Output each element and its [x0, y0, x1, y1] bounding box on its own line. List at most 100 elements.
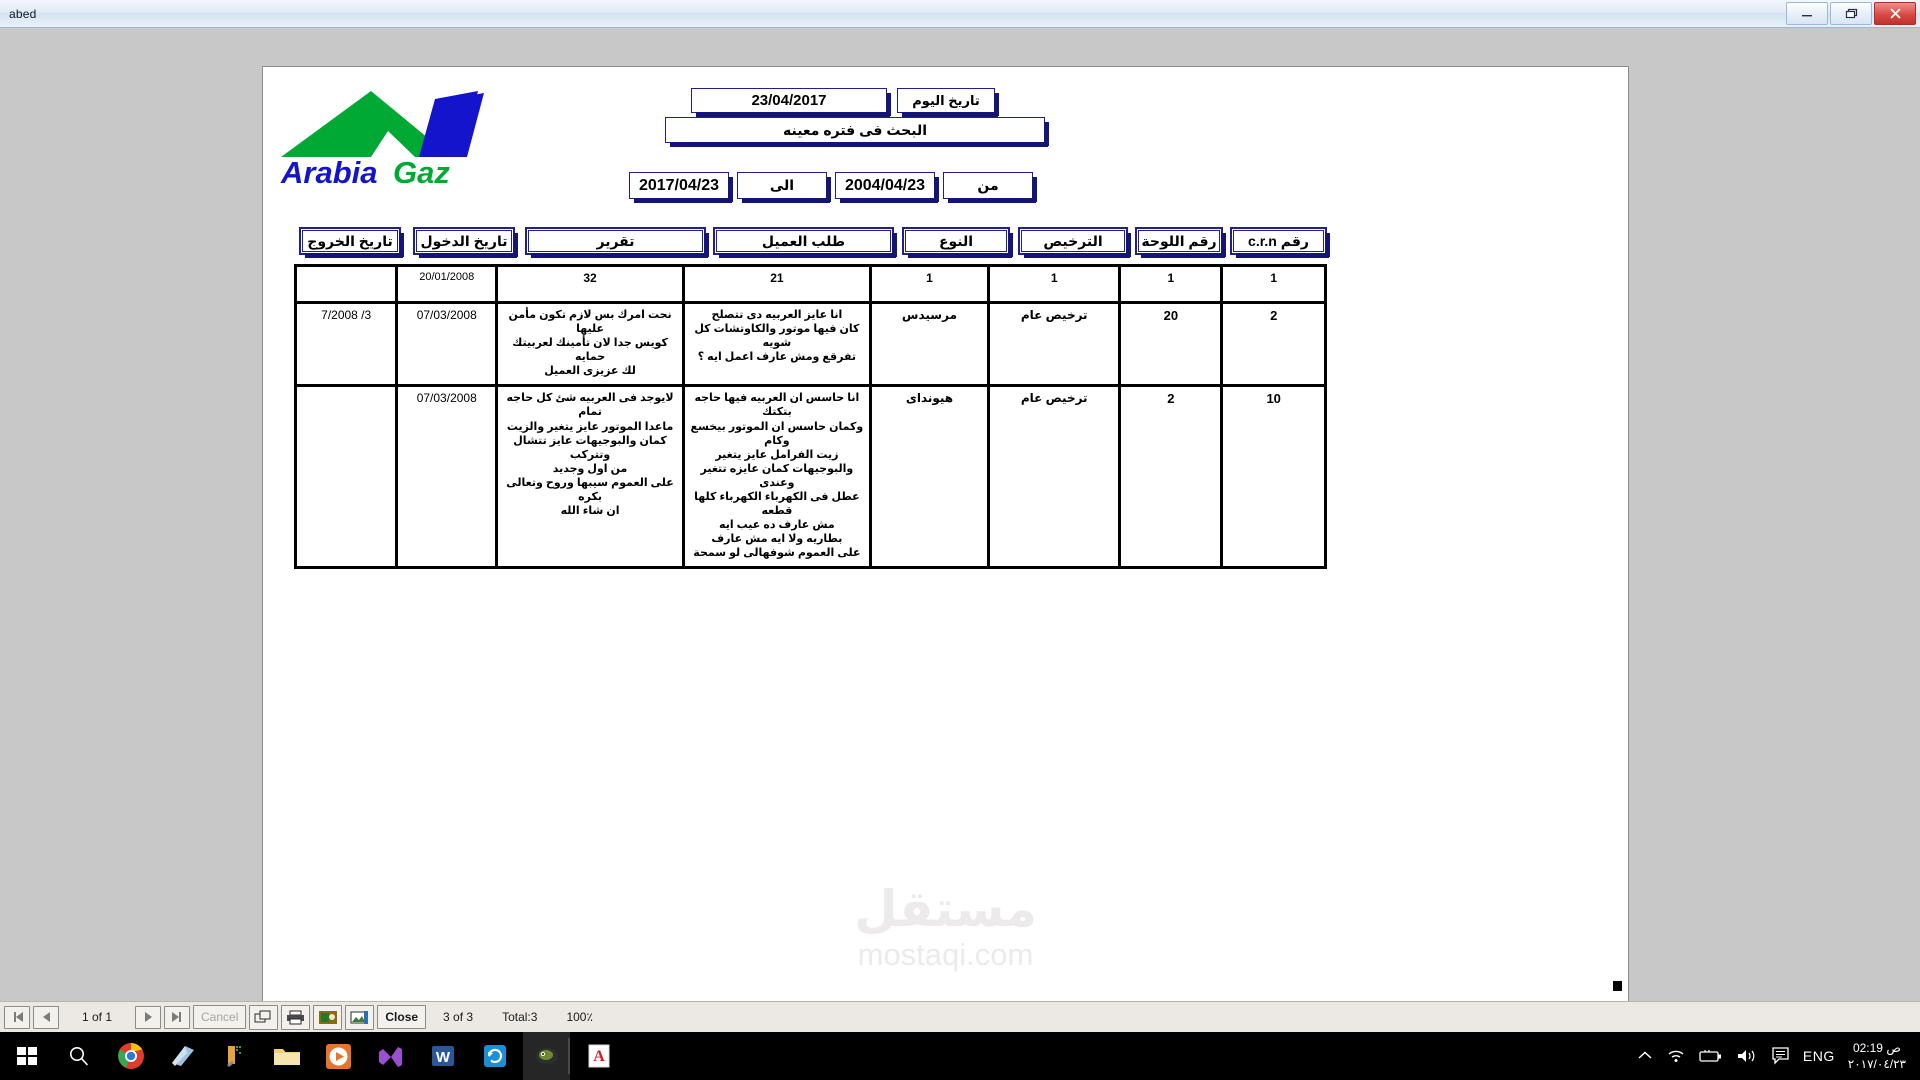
sync-icon [483, 1045, 506, 1067]
cell-type: مرسيدس [868, 302, 991, 388]
taskbar-item-tools[interactable] [211, 1032, 258, 1080]
svg-text:Arabia: Arabia [280, 155, 377, 190]
svg-text:W: W [435, 1049, 450, 1066]
word-icon: W [431, 1046, 454, 1066]
cell-type: 1 [868, 267, 991, 304]
clock-time: 02:19 ص [1852, 1040, 1901, 1055]
cell-plate: 1 [1118, 267, 1224, 304]
clock[interactable]: 02:19 ص ٢٠١٧/٠٤/٢٣ [1848, 1040, 1912, 1072]
cell-in: 20/01/2008 [395, 267, 499, 304]
column-header-type: النوع [902, 227, 1013, 258]
cell-crn: 1 [1220, 267, 1324, 304]
volume-icon[interactable] [1736, 1048, 1758, 1064]
report-title: البحث فى فتره معينه [665, 117, 1049, 147]
cell-type: هيونداى [868, 385, 991, 567]
taskbar-item-pdf[interactable]: A [575, 1032, 622, 1080]
window-controls [1786, 2, 1916, 25]
pdf-icon: A [588, 1044, 609, 1068]
taskbar-item-access[interactable] [523, 1032, 570, 1080]
export-button[interactable] [249, 1004, 279, 1030]
close-preview-button[interactable]: Close [377, 1005, 427, 1029]
taskbar-item-word[interactable]: W [419, 1032, 466, 1080]
cell-out: 3/ 7/2008 [297, 302, 399, 388]
column-header-req: طلب العميل [713, 227, 897, 258]
taskbar-item-visual-studio[interactable] [367, 1032, 414, 1080]
printer-icon [286, 1010, 304, 1024]
column-header-crn: رقم c.r.n [1230, 227, 1330, 258]
last-page-button[interactable] [164, 1005, 190, 1029]
column-header-lic: الترخيص [1018, 227, 1131, 258]
export-image-button[interactable] [345, 1004, 375, 1030]
page-setup-button[interactable] [313, 1004, 343, 1030]
cell-req: انا عايز العربيه دى تتصلح كان فيها موتور … [681, 302, 872, 388]
show-hidden-icons-icon[interactable] [1637, 1049, 1653, 1063]
cell-plate: 2 [1118, 385, 1224, 567]
cell-in: 07/03/2008 [395, 302, 499, 388]
watermark: مستقل mostaqi.com [854, 884, 1037, 973]
cancel-button[interactable]: Cancel [193, 1005, 247, 1029]
action-center-icon[interactable] [1771, 1047, 1790, 1065]
taskbar-apps: W A [0, 1032, 622, 1080]
next-page-button[interactable] [135, 1005, 161, 1029]
cell-crn: 10 [1220, 385, 1324, 567]
text-caret [1613, 981, 1622, 991]
language-indicator[interactable]: ENG [1803, 1048, 1835, 1064]
column-header-rep: تقرير [525, 227, 709, 258]
system-tray: ENG 02:19 ص ٢٠١٧/٠٤/٢٣ [1637, 1032, 1920, 1080]
wifi-icon[interactable] [1666, 1048, 1686, 1064]
media-player-icon [326, 1043, 351, 1069]
cell-out [297, 385, 399, 567]
search-button[interactable] [55, 1032, 102, 1080]
battery-icon[interactable] [1699, 1049, 1723, 1063]
visual-studio-icon [379, 1046, 402, 1067]
restore-button[interactable] [1830, 2, 1872, 25]
report-table: 1 1 1 1 21 32 20/01/2008 2 20 ترخيص عام … [297, 267, 1324, 567]
date-from-value: 2004/04/23 [835, 172, 939, 203]
svg-text:Gaz: Gaz [393, 155, 450, 190]
company-logo: Arabia Gaz [275, 79, 525, 194]
cell-req: انا حاسس ان العربيه فيها حاجه بتكتك وكمان… [681, 385, 872, 567]
export-icon [254, 1010, 271, 1022]
today-date-label: تاريخ اليوم [897, 88, 999, 117]
cell-rep: لايوجد فى العربيه شئ كل حاجه تمام ماعدا ا… [495, 385, 685, 567]
folder-icon [273, 1048, 300, 1065]
start-button[interactable] [3, 1032, 50, 1080]
column-header-out: تاريخ الخروج [299, 227, 404, 258]
taskbar-item-media-player[interactable] [315, 1032, 362, 1080]
application-window: abed مستقل mostaqi.com Arabia Gaz 23/04/… [0, 0, 1920, 1080]
date-from-label: من [943, 172, 1037, 203]
cell-rep: نحت امرك بس لازم تكون مأمن عليها كويس جدا… [495, 302, 685, 388]
restore-icon [1845, 8, 1857, 19]
cell-req: 21 [681, 267, 872, 304]
print-preview-toolbar: 1 of 1 Cancel Close 3 of 3 Total:3 100٪ [0, 1001, 1920, 1032]
total-records: Total:3 [502, 1010, 538, 1024]
taskbar-item-sync[interactable] [471, 1032, 518, 1080]
date-to-label: الى [737, 172, 831, 203]
zoom-level: 100٪ [566, 1010, 593, 1024]
taskbar-item-folder[interactable] [263, 1032, 310, 1080]
taskbar-item-file-explorer-blue[interactable] [159, 1032, 206, 1080]
report-grid: 1 1 1 1 21 32 20/01/2008 2 20 ترخيص عام … [294, 264, 1327, 570]
first-page-button[interactable] [4, 1005, 30, 1029]
print-button[interactable] [281, 1004, 311, 1030]
previous-page-button[interactable] [33, 1005, 59, 1029]
report-page: مستقل mostaqi.com Arabia Gaz 23/04/2017 … [262, 66, 1629, 1001]
close-icon [1890, 8, 1900, 19]
table-row: 1 1 1 1 21 32 20/01/2008 [297, 267, 1324, 304]
minimize-button[interactable] [1786, 2, 1828, 25]
watermark-latin: mostaqi.com [857, 936, 1034, 972]
minimize-icon [1802, 15, 1812, 17]
search-icon [69, 1047, 88, 1066]
taskbar-item-chrome[interactable] [107, 1032, 154, 1080]
chrome-icon [117, 1043, 144, 1069]
tools-icon [226, 1046, 241, 1067]
svg-text:A: A [593, 1048, 605, 1065]
close-button[interactable] [1874, 2, 1916, 25]
cell-rep: 32 [495, 267, 685, 304]
table-row: 10 2 ترخيص عام هيونداى انا حاسس ان العرب… [297, 385, 1324, 567]
explorer-icon [171, 1046, 194, 1066]
cell-plate: 20 [1118, 302, 1224, 388]
preview-workspace: مستقل mostaqi.com Arabia Gaz 23/04/2017 … [0, 28, 1920, 1001]
column-header-plate: رقم اللوحة [1135, 227, 1226, 258]
watermark-arabic: مستقل [854, 880, 1037, 937]
